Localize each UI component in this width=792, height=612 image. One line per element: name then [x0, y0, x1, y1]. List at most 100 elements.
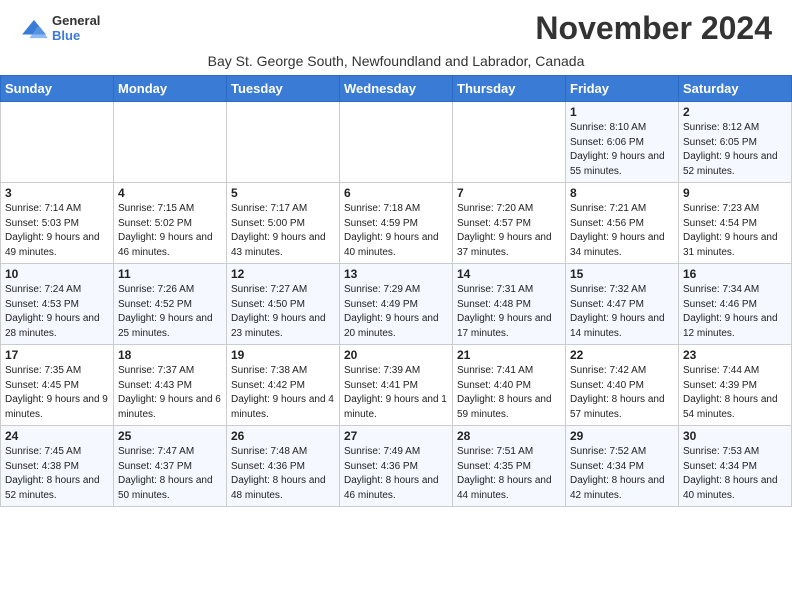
calendar-cell: 16 Sunrise: 7:34 AM Sunset: 4:46 PM Dayli…: [679, 264, 792, 345]
calendar-cell: 7 Sunrise: 7:20 AM Sunset: 4:57 PM Daylig…: [453, 183, 566, 264]
day-number: 10: [5, 267, 109, 281]
day-info: Sunrise: 7:45 AM Sunset: 4:38 PM Dayligh…: [5, 445, 109, 503]
day-info: Sunrise: 7:44 AM Sunset: 4:39 PM Dayligh…: [683, 364, 787, 422]
days-of-week-row: SundayMondayTuesdayWednesdayThursdayFrid…: [1, 76, 792, 102]
calendar-cell: 4 Sunrise: 7:15 AM Sunset: 5:02 PM Daylig…: [114, 183, 227, 264]
day-info: Sunrise: 7:48 AM Sunset: 4:36 PM Dayligh…: [231, 445, 335, 503]
day-number: 8: [570, 186, 674, 200]
day-number: 30: [683, 429, 787, 443]
calendar-cell: 11 Sunrise: 7:26 AM Sunset: 4:52 PM Dayli…: [114, 264, 227, 345]
calendar-cell: [453, 102, 566, 183]
calendar-cell: 18 Sunrise: 7:37 AM Sunset: 4:43 PM Dayli…: [114, 345, 227, 426]
week-row-5: 24 Sunrise: 7:45 AM Sunset: 4:38 PM Dayli…: [1, 426, 792, 507]
day-of-week-wednesday: Wednesday: [340, 76, 453, 102]
day-number: 16: [683, 267, 787, 281]
logo: General Blue: [20, 14, 100, 43]
day-of-week-sunday: Sunday: [1, 76, 114, 102]
calendar-table: SundayMondayTuesdayWednesdayThursdayFrid…: [0, 75, 792, 507]
logo-blue: Blue: [52, 29, 100, 43]
calendar-cell: 30 Sunrise: 7:53 AM Sunset: 4:34 PM Dayli…: [679, 426, 792, 507]
day-number: 25: [118, 429, 222, 443]
calendar-cell: 17 Sunrise: 7:35 AM Sunset: 4:45 PM Dayli…: [1, 345, 114, 426]
day-number: 26: [231, 429, 335, 443]
day-info: Sunrise: 8:12 AM Sunset: 6:05 PM Dayligh…: [683, 121, 787, 179]
calendar-header: SundayMondayTuesdayWednesdayThursdayFrid…: [1, 76, 792, 102]
day-number: 20: [344, 348, 448, 362]
logo-icon: [20, 18, 48, 40]
calendar-body: 1 Sunrise: 8:10 AM Sunset: 6:06 PM Daylig…: [1, 102, 792, 507]
day-info: Sunrise: 7:17 AM Sunset: 5:00 PM Dayligh…: [231, 202, 335, 260]
day-number: 7: [457, 186, 561, 200]
day-info: Sunrise: 7:32 AM Sunset: 4:47 PM Dayligh…: [570, 283, 674, 341]
calendar-cell: [114, 102, 227, 183]
day-number: 21: [457, 348, 561, 362]
calendar-cell: 2 Sunrise: 8:12 AM Sunset: 6:05 PM Daylig…: [679, 102, 792, 183]
day-number: 28: [457, 429, 561, 443]
calendar-cell: 6Sunrise: 7:18 AM Sunset: 4:59 PM Daylig…: [340, 183, 453, 264]
calendar-cell: 1 Sunrise: 8:10 AM Sunset: 6:06 PM Daylig…: [566, 102, 679, 183]
calendar-cell: 9Sunrise: 7:23 AM Sunset: 4:54 PM Daylig…: [679, 183, 792, 264]
day-number: 23: [683, 348, 787, 362]
week-row-3: 10Sunrise: 7:24 AM Sunset: 4:53 PM Dayli…: [1, 264, 792, 345]
day-number: 29: [570, 429, 674, 443]
calendar-cell: [340, 102, 453, 183]
day-number: 15: [570, 267, 674, 281]
week-row-2: 3 Sunrise: 7:14 AM Sunset: 5:03 PM Daylig…: [1, 183, 792, 264]
calendar-cell: 14 Sunrise: 7:31 AM Sunset: 4:48 PM Dayli…: [453, 264, 566, 345]
day-info: Sunrise: 7:34 AM Sunset: 4:46 PM Dayligh…: [683, 283, 787, 341]
day-number: 22: [570, 348, 674, 362]
calendar-cell: [227, 102, 340, 183]
calendar-cell: 23 Sunrise: 7:44 AM Sunset: 4:39 PM Dayli…: [679, 345, 792, 426]
day-number: 2: [683, 105, 787, 119]
day-number: 9: [683, 186, 787, 200]
day-info: Sunrise: 7:29 AM Sunset: 4:49 PM Dayligh…: [344, 283, 448, 341]
day-number: 19: [231, 348, 335, 362]
calendar-cell: 19Sunrise: 7:38 AM Sunset: 4:42 PM Dayli…: [227, 345, 340, 426]
subtitle: Bay St. George South, Newfoundland and L…: [0, 51, 792, 75]
day-number: 5: [231, 186, 335, 200]
calendar-cell: 26 Sunrise: 7:48 AM Sunset: 4:36 PM Dayli…: [227, 426, 340, 507]
day-info: Sunrise: 7:42 AM Sunset: 4:40 PM Dayligh…: [570, 364, 674, 422]
day-number: 1: [570, 105, 674, 119]
day-info: Sunrise: 7:49 AM Sunset: 4:36 PM Dayligh…: [344, 445, 448, 503]
day-info: Sunrise: 8:10 AM Sunset: 6:06 PM Dayligh…: [570, 121, 674, 179]
day-info: Sunrise: 7:53 AM Sunset: 4:34 PM Dayligh…: [683, 445, 787, 503]
day-number: 11: [118, 267, 222, 281]
day-info: Sunrise: 7:21 AM Sunset: 4:56 PM Dayligh…: [570, 202, 674, 260]
day-info: Sunrise: 7:52 AM Sunset: 4:34 PM Dayligh…: [570, 445, 674, 503]
day-info: Sunrise: 7:15 AM Sunset: 5:02 PM Dayligh…: [118, 202, 222, 260]
calendar-cell: 15 Sunrise: 7:32 AM Sunset: 4:47 PM Dayli…: [566, 264, 679, 345]
day-number: 14: [457, 267, 561, 281]
header: General Blue November 2024: [0, 0, 792, 51]
calendar-cell: 5 Sunrise: 7:17 AM Sunset: 5:00 PM Daylig…: [227, 183, 340, 264]
day-number: 24: [5, 429, 109, 443]
calendar-cell: 10Sunrise: 7:24 AM Sunset: 4:53 PM Dayli…: [1, 264, 114, 345]
day-number: 6: [344, 186, 448, 200]
day-number: 18: [118, 348, 222, 362]
day-info: Sunrise: 7:26 AM Sunset: 4:52 PM Dayligh…: [118, 283, 222, 341]
day-info: Sunrise: 7:37 AM Sunset: 4:43 PM Dayligh…: [118, 364, 222, 422]
day-info: Sunrise: 7:35 AM Sunset: 4:45 PM Dayligh…: [5, 364, 109, 422]
day-info: Sunrise: 7:20 AM Sunset: 4:57 PM Dayligh…: [457, 202, 561, 260]
week-row-1: 1 Sunrise: 8:10 AM Sunset: 6:06 PM Daylig…: [1, 102, 792, 183]
calendar-cell: 25 Sunrise: 7:47 AM Sunset: 4:37 PM Dayli…: [114, 426, 227, 507]
calendar-cell: 29 Sunrise: 7:52 AM Sunset: 4:34 PM Dayli…: [566, 426, 679, 507]
day-info: Sunrise: 7:31 AM Sunset: 4:48 PM Dayligh…: [457, 283, 561, 341]
day-of-week-tuesday: Tuesday: [227, 76, 340, 102]
logo-general: General: [52, 14, 100, 28]
day-number: 27: [344, 429, 448, 443]
calendar-cell: 3 Sunrise: 7:14 AM Sunset: 5:03 PM Daylig…: [1, 183, 114, 264]
day-info: Sunrise: 7:14 AM Sunset: 5:03 PM Dayligh…: [5, 202, 109, 260]
day-info: Sunrise: 7:51 AM Sunset: 4:35 PM Dayligh…: [457, 445, 561, 503]
day-number: 4: [118, 186, 222, 200]
day-of-week-thursday: Thursday: [453, 76, 566, 102]
calendar-cell: 20 Sunrise: 7:39 AM Sunset: 4:41 PM Dayli…: [340, 345, 453, 426]
day-number: 17: [5, 348, 109, 362]
day-number: 3: [5, 186, 109, 200]
calendar-cell: 21Sunrise: 7:41 AM Sunset: 4:40 PM Dayli…: [453, 345, 566, 426]
day-info: Sunrise: 7:39 AM Sunset: 4:41 PM Dayligh…: [344, 364, 448, 422]
calendar-cell: 27 Sunrise: 7:49 AM Sunset: 4:36 PM Dayli…: [340, 426, 453, 507]
day-of-week-saturday: Saturday: [679, 76, 792, 102]
calendar-cell: 22 Sunrise: 7:42 AM Sunset: 4:40 PM Dayli…: [566, 345, 679, 426]
day-info: Sunrise: 7:47 AM Sunset: 4:37 PM Dayligh…: [118, 445, 222, 503]
